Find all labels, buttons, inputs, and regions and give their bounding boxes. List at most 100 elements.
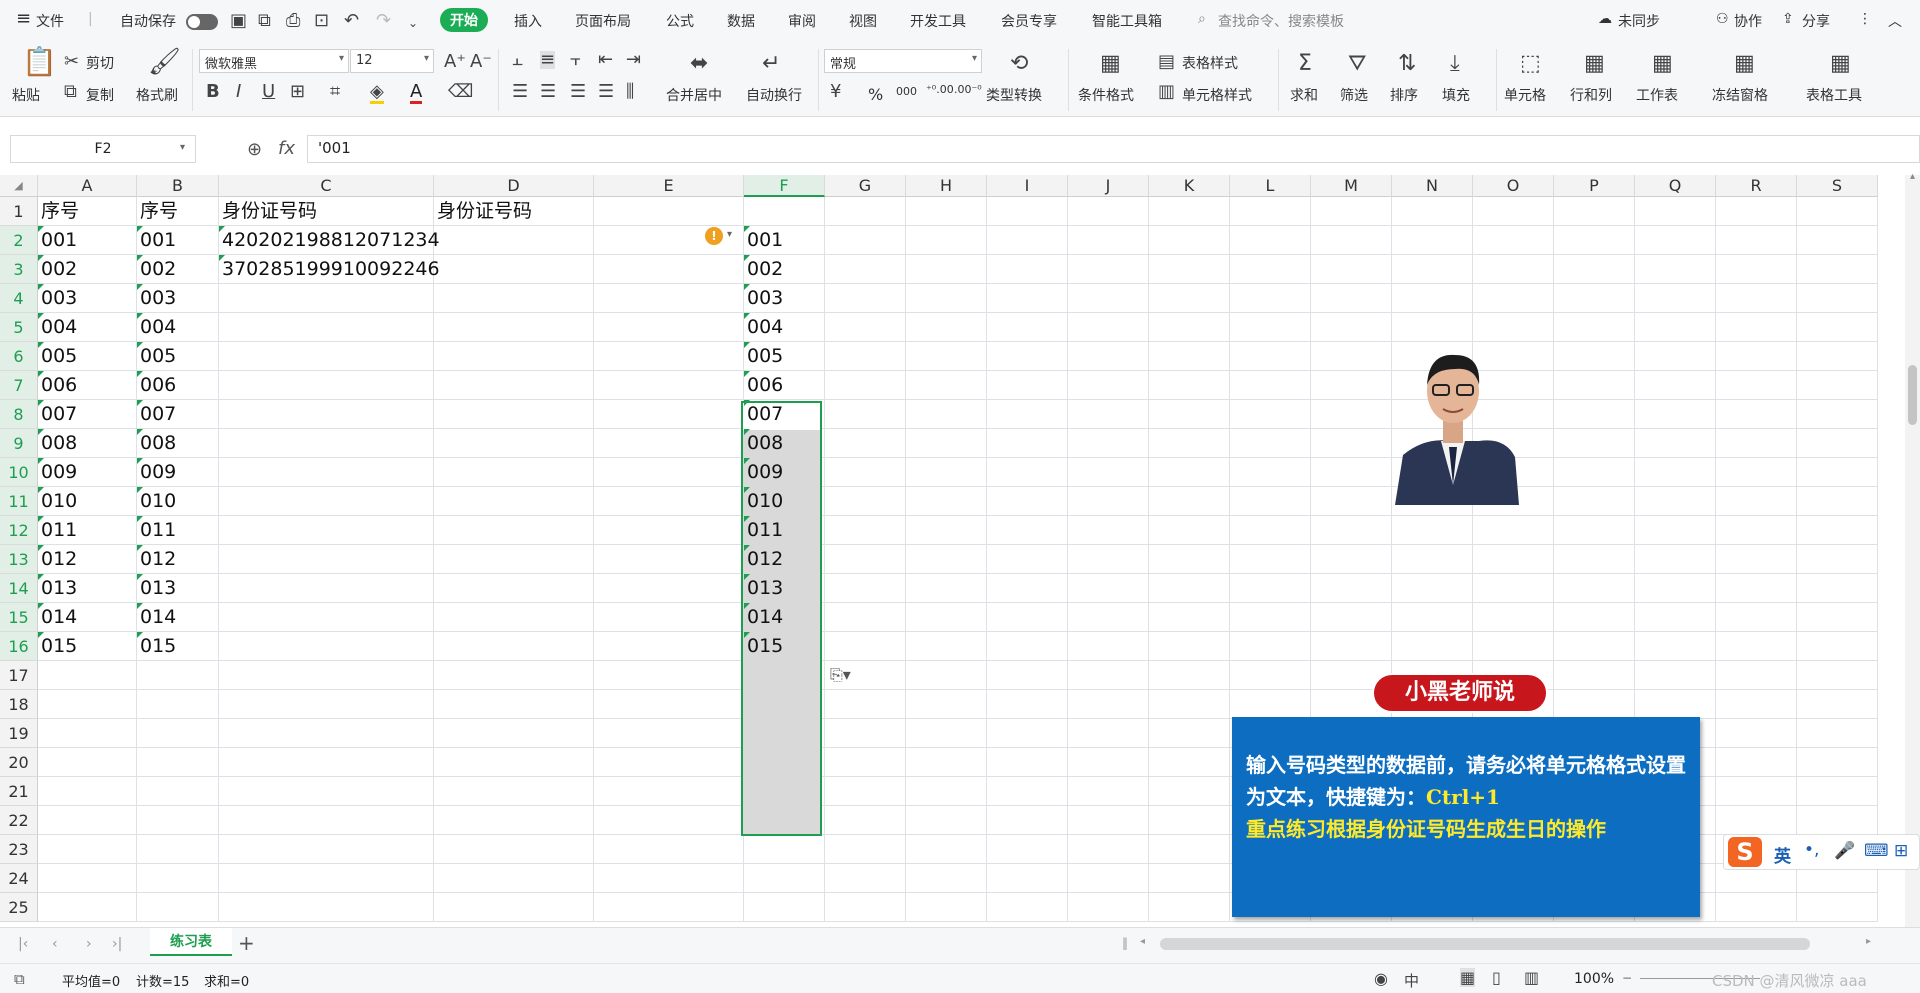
decimal-decrease-button[interactable]: .00⁻⁰ [954,83,982,96]
tab-view[interactable]: 视图 [849,11,877,31]
input-language[interactable]: 中 [1404,970,1419,991]
conditional-format-icon[interactable]: ▦ [1100,53,1121,75]
tab-insert[interactable]: 插入 [514,11,542,31]
print-preview-icon[interactable]: ⊡ [314,12,329,30]
column-header-N[interactable]: N [1392,175,1473,197]
merge-center-button[interactable]: 合并居中 [666,85,722,105]
indent-increase-icon[interactable]: ⇥ [626,51,641,69]
sync-status[interactable]: 未同步 [1618,11,1660,31]
sum-button[interactable]: 求和 [1290,85,1318,105]
column-header-Q[interactable]: Q [1635,175,1716,197]
underline-icon[interactable]: U [262,83,275,101]
row-header-22[interactable]: 22 [0,806,38,835]
align-top-icon[interactable]: ⫠ [512,51,523,69]
filter-button[interactable]: 筛选 [1340,85,1368,105]
column-header-G[interactable]: G [825,175,906,197]
decimal-increase-button[interactable]: ⁺⁰.00 [926,83,954,96]
fill-button[interactable]: 填充 [1442,85,1470,105]
paste-options-icon[interactable]: ⎘▾ [830,665,851,685]
zoom-icon[interactable]: ⊕ [247,139,262,160]
table-tools-icon[interactable]: ▦ [1830,53,1851,75]
align-bottom-icon[interactable]: ⫟ [570,51,581,69]
tab-data[interactable]: 数据 [727,11,755,31]
bold-icon[interactable]: B [206,83,220,101]
row-header-3[interactable]: 3 [0,255,38,284]
currency-icon[interactable]: ¥ [830,83,841,101]
scroll-thumb[interactable] [1908,365,1917,425]
rowcol-icon[interactable]: ▦ [1584,53,1605,75]
eraser-icon[interactable]: ⌫ [448,83,473,101]
sort-button[interactable]: 排序 [1390,85,1418,105]
fill-color-icon[interactable]: ◈ [370,83,384,104]
filter-icon[interactable]: ⛛ [1348,53,1366,75]
copy-icon[interactable]: ⧉ [64,83,77,101]
ime-toolbar[interactable]: S 英 •, 🎤 ⌨ ⊞ [1723,834,1920,870]
horizontal-scrollbar[interactable] [1160,938,1810,950]
column-header-H[interactable]: H [906,175,987,197]
autosave-toggle[interactable] [186,14,218,30]
justify-icon[interactable]: ☰ [598,83,614,101]
row-header-1[interactable]: 1 [0,197,38,226]
microphone-icon[interactable]: 🎤 [1834,841,1855,861]
tab-smart-tools[interactable]: 智能工具箱 [1092,11,1162,31]
column-header-L[interactable]: L [1230,175,1311,197]
cells-icon[interactable]: ⬚ [1520,53,1541,75]
keyboard-icon[interactable]: ⌨ [1864,841,1889,861]
cell-C3[interactable]: 370285199910092246 [219,255,440,284]
chevron-down-icon[interactable]: ⌄ [408,14,418,32]
border-icon[interactable]: ⊞ [290,83,305,101]
row-header-20[interactable]: 20 [0,748,38,777]
sheet-tab-active[interactable]: 练习表 [150,928,232,956]
more-icon[interactable]: ⋮ [1858,11,1872,27]
sum-icon[interactable]: Σ [1298,53,1312,75]
fill-icon[interactable]: ⤓ [1450,53,1460,75]
normal-view-icon[interactable]: ▦ [1460,968,1476,987]
cells-button[interactable]: 单元格 [1504,85,1546,105]
column-header-F[interactable]: F [744,175,825,197]
page-layout-view-icon[interactable]: ▯ [1492,968,1501,987]
align-center-icon[interactable]: ☰ [540,83,556,101]
paste-button[interactable]: 粘贴 [12,85,40,105]
add-sheet-button[interactable]: + [238,931,255,955]
worksheet-icon[interactable]: ▦ [1652,53,1673,75]
tab-formula[interactable]: 公式 [666,11,694,31]
row-header-15[interactable]: 15 [0,603,38,632]
freeze-panes-button[interactable]: 冻结窗格 [1712,85,1768,105]
eye-icon[interactable]: ◉ [1374,969,1388,988]
wrap-icon[interactable]: ↵ [762,53,780,75]
cond-format-button[interactable]: 条件格式 [1078,85,1134,105]
scissors-icon[interactable]: ✂ [64,53,79,71]
share-button[interactable]: 分享 [1802,11,1830,31]
chevron-down-icon[interactable]: ▾ [727,229,732,240]
thousands-button[interactable]: 000 [896,85,917,98]
fx-icon[interactable]: fx [278,138,295,159]
column-header-D[interactable]: D [434,175,594,197]
merge-icon[interactable]: ⬌ [690,53,708,75]
column-header-P[interactable]: P [1554,175,1635,197]
row-header-5[interactable]: 5 [0,313,38,342]
column-header-B[interactable]: B [137,175,219,197]
macro-icon[interactable]: ⧉ [14,970,25,988]
row-header-14[interactable]: 14 [0,574,38,603]
row-header-13[interactable]: 13 [0,545,38,574]
row-header-11[interactable]: 11 [0,487,38,516]
zoom-level[interactable]: 100% [1574,971,1614,987]
row-header-18[interactable]: 18 [0,690,38,719]
splitter-icon[interactable]: ‖ [1122,936,1128,950]
vertical-scrollbar[interactable]: ▴ [1905,171,1920,927]
collab-button[interactable]: 协作 [1734,11,1762,31]
row-header-6[interactable]: 6 [0,342,38,371]
align-middle-icon[interactable]: ≡ [540,51,556,69]
font-family-select[interactable]: 微软雅黑 ▾ [199,49,349,73]
spreadsheet-grid[interactable]: ◢ ABCDEFGHIJKLMNOPQRS 1 2 3 4 5 6 7 8 9 10 11 12 13 1… [0,175,1905,927]
cell-C2[interactable]: 420202198812071234 [219,226,440,255]
font-shrink-icon[interactable]: A⁻ [470,53,492,71]
font-grow-icon[interactable]: A⁺ [444,53,466,71]
row-header-19[interactable]: 19 [0,719,38,748]
row-header-16[interactable]: 16 [0,632,38,661]
convert-icon[interactable]: ⟲ [1010,53,1028,75]
cell-C1[interactable]: 身份证号码 [219,197,317,226]
save-icon[interactable]: ▣ [230,12,247,30]
row-header-23[interactable]: 23 [0,835,38,864]
name-box[interactable]: F2 [10,135,196,163]
